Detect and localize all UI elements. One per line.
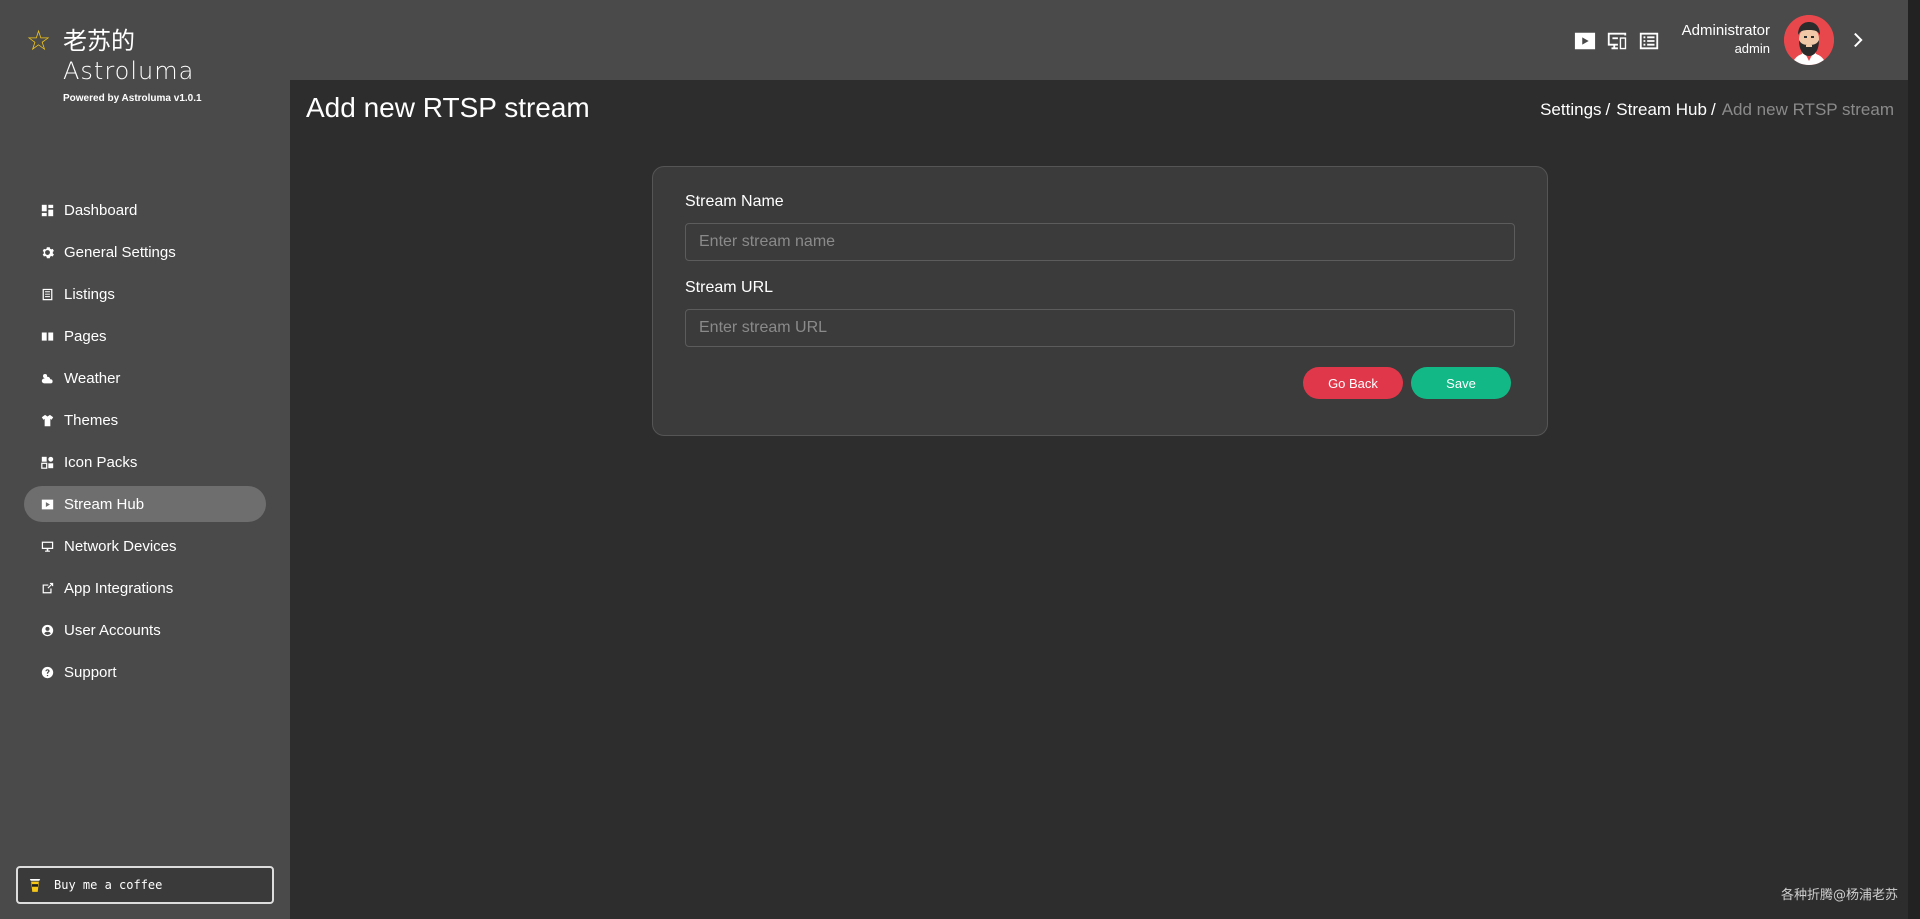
sidebar-item-label: User Accounts: [64, 621, 161, 639]
sidebar-item-icon-packs[interactable]: Icon Packs: [24, 444, 266, 480]
sidebar-item-label: App Integrations: [64, 579, 174, 597]
brand-text: 老苏的 Astroluma Powered by Astroluma v1.0.…: [63, 26, 263, 106]
play-icon: [40, 497, 54, 511]
stream-name-input[interactable]: [685, 223, 1515, 261]
sidebar-item-user-accounts[interactable]: User Accounts: [24, 612, 266, 648]
sidebar-item-pages[interactable]: Pages: [24, 318, 266, 354]
star-icon: ☆: [26, 25, 52, 56]
stream-form-card: Stream Name Stream URL Go Back Save: [652, 166, 1548, 436]
user-info[interactable]: Administrator admin: [1682, 22, 1770, 58]
sidebar: ☆ 老苏的 Astroluma Powered by Astroluma v1.…: [0, 0, 290, 919]
sidebar-item-stream-hub[interactable]: Stream Hub: [24, 486, 266, 522]
breadcrumb-current: Add new RTSP stream: [1721, 100, 1894, 119]
gear-icon: [40, 245, 54, 259]
stream-url-label: Stream URL: [685, 279, 774, 296]
scrollbar-track[interactable]: [1908, 0, 1920, 919]
chevron-right-icon[interactable]: [1848, 28, 1868, 52]
sidebar-item-weather[interactable]: Weather: [24, 360, 266, 396]
weather-icon: [40, 371, 54, 385]
save-button[interactable]: Save: [1411, 367, 1511, 399]
user-name: admin: [1734, 41, 1770, 56]
sidebar-item-label: Listings: [64, 285, 115, 303]
network-icon: [40, 539, 54, 553]
sidebar-item-label: Dashboard: [64, 201, 138, 219]
sidebar-item-network-devices[interactable]: Network Devices: [24, 528, 266, 564]
user-icon: [40, 623, 54, 637]
sidebar-item-label: Pages: [64, 327, 107, 345]
sidebar-item-themes[interactable]: Themes: [24, 402, 266, 438]
list-icon: [40, 287, 54, 301]
breadcrumb-separator: /: [1710, 100, 1716, 119]
tshirt-icon: [40, 413, 54, 427]
sidebar-item-label: Themes: [64, 411, 119, 429]
breadcrumb: Settings / Stream Hub / Add new RTSP str…: [1540, 100, 1894, 120]
sidebar-item-label: Stream Hub: [64, 495, 145, 513]
stream-url-input[interactable]: [685, 309, 1515, 347]
sidebar-item-dashboard[interactable]: Dashboard: [24, 192, 266, 228]
user-role: Administrator: [1681, 22, 1770, 39]
page-title: Add new RTSP stream: [306, 92, 590, 123]
list-icon[interactable]: [1637, 29, 1661, 53]
sidebar-item-listings[interactable]: Listings: [24, 276, 266, 312]
coffee-label: Buy me a coffee: [54, 878, 163, 892]
devices-icon[interactable]: [1605, 29, 1629, 53]
sidebar-item-general-settings[interactable]: General Settings: [24, 234, 266, 270]
icon-packs-icon: [40, 455, 54, 469]
sidebar-item-label: Network Devices: [64, 537, 177, 555]
dashboard-icon: [40, 203, 54, 217]
pages-icon: [40, 329, 54, 343]
watermark: 各种折腾@杨浦老苏: [1780, 888, 1898, 903]
avatar[interactable]: [1784, 15, 1834, 65]
brand-name: Astroluma: [63, 57, 195, 85]
sidebar-item-label: Support: [64, 663, 117, 681]
header-toolbar: [1573, 29, 1661, 53]
breadcrumb-separator: /: [1605, 100, 1611, 119]
sidebar-item-app-integrations[interactable]: App Integrations: [24, 570, 266, 606]
coffee-cup-icon: [28, 876, 42, 894]
sidebar-nav: Dashboard General Settings Listings Page…: [24, 192, 266, 696]
buy-me-a-coffee-button[interactable]: Buy me a coffee: [16, 866, 274, 904]
go-back-button[interactable]: Go Back: [1303, 367, 1403, 399]
sidebar-item-label: General Settings: [64, 243, 176, 261]
breadcrumb-stream-hub[interactable]: Stream Hub: [1616, 100, 1707, 120]
breadcrumb-settings[interactable]: Settings: [1540, 100, 1601, 120]
play-icon[interactable]: [1573, 29, 1597, 53]
help-icon: [40, 665, 54, 679]
sidebar-item-support[interactable]: Support: [24, 654, 266, 690]
stream-name-label: Stream Name: [685, 193, 784, 210]
brand-powered-by: Powered by Astroluma v1.0.1: [63, 93, 202, 104]
sidebar-item-label: Icon Packs: [64, 453, 138, 471]
integration-icon: [40, 581, 54, 595]
brand-name-cn: 老苏的: [63, 27, 135, 55]
sidebar-item-label: Weather: [64, 369, 121, 387]
